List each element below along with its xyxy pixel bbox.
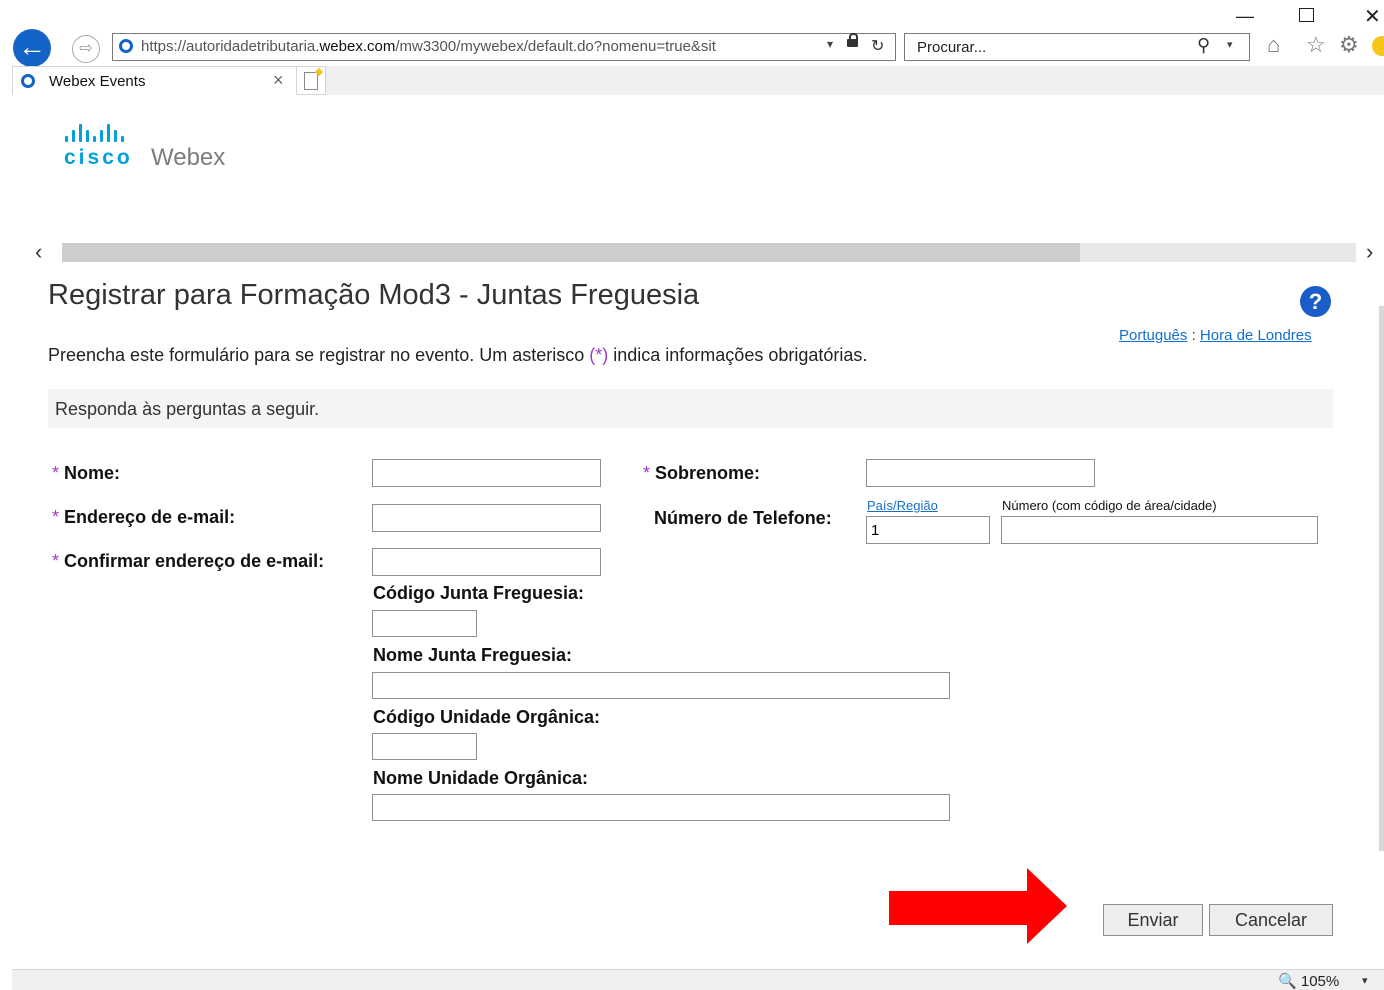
zoom-dropdown-icon[interactable]: ▾	[1362, 974, 1368, 987]
forward-button[interactable]: ⇨	[72, 35, 100, 63]
feedback-smiley-icon[interactable]	[1372, 36, 1384, 56]
tab-globe-icon	[21, 74, 35, 88]
page-title: Registrar para Formação Mod3 - Juntas Fr…	[48, 279, 700, 311]
junta-name-label: Nome Junta Freguesia:	[373, 645, 573, 665]
first-name-label-text: Nome:	[64, 463, 121, 483]
tab-close-icon[interactable]: ×	[273, 70, 284, 91]
search-box[interactable]: Procurar... ⚲ ▾	[904, 33, 1250, 61]
webex-wordmark: Webex	[151, 144, 226, 171]
address-dropdown-icon[interactable]: ▾	[827, 37, 833, 51]
search-icon[interactable]: ⚲	[1197, 35, 1210, 56]
minimize-icon[interactable]: —	[1236, 6, 1254, 27]
status-bar	[12, 969, 1384, 990]
zoom-level[interactable]: 🔍 105%	[1278, 972, 1339, 990]
search-dropdown-icon[interactable]: ▾	[1227, 38, 1233, 51]
junta-code-label: Código Junta Freguesia:	[373, 583, 585, 603]
maximize-icon[interactable]	[1299, 8, 1314, 22]
required-asterisk: *	[52, 551, 60, 571]
site-globe-icon	[119, 39, 133, 53]
language-timezone-links: Português : Hora de Londres	[1119, 327, 1312, 344]
language-link[interactable]: Português	[1119, 327, 1187, 344]
last-name-label-text: Sobrenome:	[655, 463, 761, 483]
unit-name-input[interactable]	[372, 794, 950, 821]
url-domain: webex.com	[319, 38, 396, 55]
first-name-input[interactable]	[372, 459, 601, 487]
required-indicator: (*)	[589, 345, 609, 365]
zoom-icon: 🔍	[1278, 973, 1297, 990]
email-input[interactable]	[372, 504, 601, 532]
link-separator: :	[1191, 327, 1196, 344]
intro-text-start: Preencha este formulário para se registr…	[48, 345, 590, 365]
phone-label: Número de Telefone:	[654, 508, 832, 528]
questions-header: Responda às perguntas a seguir.	[48, 389, 1333, 428]
email-label: * Endereço de e-mail:	[52, 507, 235, 528]
lock-icon[interactable]	[847, 33, 858, 47]
new-tab-icon	[304, 72, 318, 90]
intro-text-end: indica informações obrigatórias.	[608, 345, 868, 365]
confirm-email-input[interactable]	[372, 548, 601, 576]
tab-webex-events[interactable]: Webex Events ×	[12, 66, 297, 95]
close-window-icon[interactable]: ✕	[1364, 4, 1381, 29]
required-asterisk: *	[52, 463, 60, 483]
junta-name-input[interactable]	[372, 672, 950, 699]
last-name-input[interactable]	[866, 459, 1095, 487]
junta-code-input[interactable]	[372, 610, 477, 637]
new-tab-button[interactable]	[297, 66, 326, 95]
address-url[interactable]: https://autoridadetributaria.webex.com/m…	[141, 38, 716, 55]
phone-number-input[interactable]	[1001, 516, 1318, 544]
required-asterisk: *	[52, 507, 60, 527]
red-arrow-annotation	[889, 868, 1067, 944]
cisco-webex-logo: cisco Webex	[64, 124, 225, 171]
country-code-input[interactable]	[866, 516, 990, 544]
gear-icon[interactable]: ⚙	[1339, 32, 1359, 58]
horizontal-scroll-thumb[interactable]	[62, 243, 1080, 262]
phone-number-label: Número (com código de área/cidade)	[1002, 498, 1217, 513]
cisco-bars-icon	[65, 124, 124, 142]
help-icon[interactable]: ?	[1300, 286, 1331, 317]
timezone-link[interactable]: Hora de Londres	[1200, 327, 1312, 344]
confirm-email-label-text: Confirmar endereço de e-mail:	[64, 551, 325, 571]
home-icon[interactable]: ⌂	[1267, 32, 1280, 58]
last-name-label: * Sobrenome:	[643, 463, 760, 484]
scroll-left-icon[interactable]: ‹	[35, 239, 42, 265]
cisco-wordmark: cisco	[64, 146, 133, 169]
zoom-value: 105%	[1300, 973, 1340, 990]
questions-header-text: Responda às perguntas a seguir.	[55, 399, 320, 419]
unit-name-label: Nome Unidade Orgânica:	[373, 768, 589, 788]
favorites-star-icon[interactable]: ☆	[1306, 32, 1326, 58]
refresh-icon[interactable]: ↻	[871, 36, 884, 56]
tab-strip	[326, 66, 1384, 95]
intro-text: Preencha este formulário para se registr…	[48, 345, 867, 366]
search-placeholder[interactable]: Procurar...	[917, 39, 986, 56]
url-prefix: https://autoridadetributaria.	[141, 38, 320, 55]
unit-code-input[interactable]	[372, 733, 477, 760]
required-asterisk: *	[643, 463, 651, 483]
url-suffix: /mw3300/mywebex/default.do?nomenu=true&s…	[395, 38, 716, 55]
confirm-email-label: * Confirmar endereço de e-mail:	[52, 551, 324, 572]
country-region-link[interactable]: País/Região	[867, 498, 938, 513]
back-button[interactable]: ←	[13, 29, 51, 67]
address-bar[interactable]: https://autoridadetributaria.webex.com/m…	[112, 33, 896, 61]
unit-code-label: Código Unidade Orgânica:	[373, 707, 601, 727]
first-name-label: * Nome:	[52, 463, 120, 484]
tab-title: Webex Events	[49, 73, 146, 90]
cancel-button[interactable]: Cancelar	[1209, 904, 1333, 936]
submit-button[interactable]: Enviar	[1103, 904, 1203, 936]
scroll-right-icon[interactable]: ›	[1366, 239, 1373, 265]
email-label-text: Endereço de e-mail:	[64, 507, 236, 527]
vertical-scrollbar[interactable]	[1379, 306, 1384, 851]
